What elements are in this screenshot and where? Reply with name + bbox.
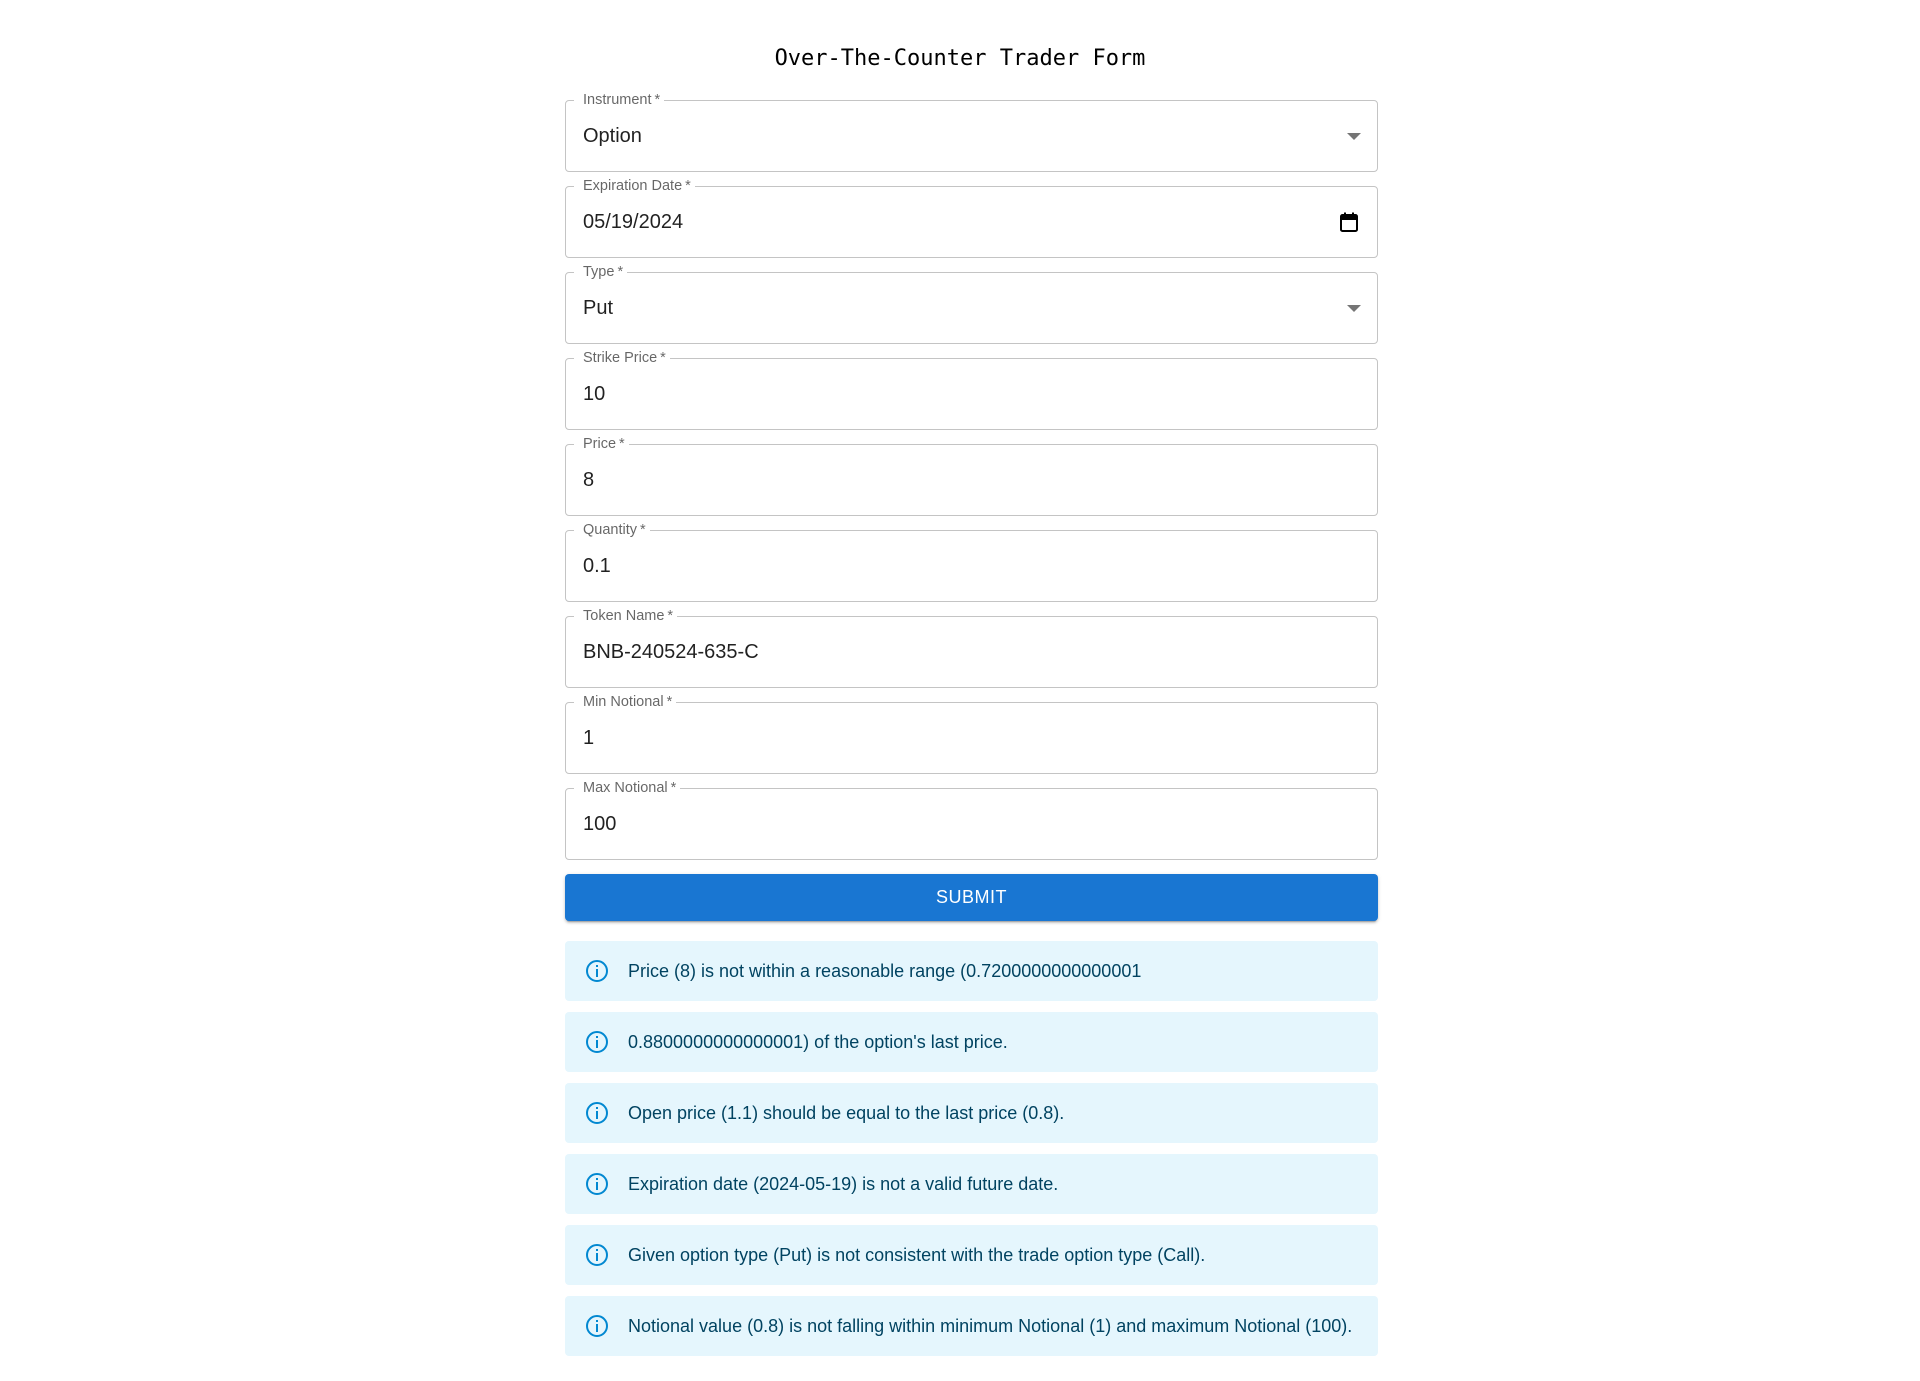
alert-message: Given option type (Put) is not consisten… [628,1245,1206,1265]
token-name-field[interactable]: x Token Name* BNB-240524-635-C [565,608,1378,688]
info-icon [586,1244,608,1266]
alert-price-range-cont: 0.8800000000000001) of the option's last… [565,1012,1378,1072]
submit-button[interactable]: SUBMIT [565,874,1378,921]
alert-message: Open price (1.1) should be equal to the … [628,1103,1065,1123]
type-dropdown-arrow-icon[interactable] [1347,305,1361,312]
page: Over-The-Counter Trader Form x Instrumen… [0,0,1920,1381]
strike-price-input[interactable]: 10 [583,358,1323,430]
instrument-dropdown-arrow-icon[interactable] [1347,133,1361,140]
max-notional-input[interactable]: 100 [583,788,1323,860]
alert-message: 0.8800000000000001) of the option's last… [628,1032,1008,1052]
info-icon [586,1315,608,1337]
form-title: Over-The-Counter Trader Form [774,46,1146,71]
alert-message: Notional value (0.8) is not falling with… [628,1316,1353,1336]
min-notional-input[interactable]: 1 [583,702,1323,774]
expiration-date-value[interactable]: 05/19/2024 [583,186,1323,258]
quantity-field[interactable]: x Quantity* 0.1 [565,522,1378,602]
type-value: Put [583,297,614,319]
alert-option-type: Given option type (Put) is not consisten… [565,1225,1378,1285]
alert-message: Expiration date (2024-05-19) is not a va… [628,1174,1059,1194]
instrument-select[interactable]: x Instrument* Option [565,92,1378,172]
price-input[interactable]: 8 [583,444,1323,516]
type-select[interactable]: x Type* Put [565,264,1378,344]
max-notional-field[interactable]: x Max Notional* 100 [565,780,1378,860]
info-icon [586,1102,608,1124]
expiration-date-field[interactable]: x Expiration Date* 05/19/2024 [565,178,1378,258]
calendar-icon[interactable] [1340,212,1358,232]
otc-trader-form: x Instrument* Option x Expiration Date* … [565,92,1378,1367]
alert-open-price: Open price (1.1) should be equal to the … [565,1083,1378,1143]
token-name-input[interactable]: BNB-240524-635-C [583,616,1323,688]
quantity-input[interactable]: 0.1 [583,530,1323,602]
alert-price-range: Price (8) is not within a reasonable ran… [565,941,1378,1001]
price-field[interactable]: x Price* 8 [565,436,1378,516]
validation-alerts: Price (8) is not within a reasonable ran… [565,941,1378,1356]
alert-message: Price (8) is not within a reasonable ran… [628,961,1142,981]
info-icon [586,960,608,982]
min-notional-field[interactable]: x Min Notional* 1 [565,694,1378,774]
strike-price-field[interactable]: x Strike Price* 10 [565,350,1378,430]
info-icon [586,1173,608,1195]
alert-expiration-date: Expiration date (2024-05-19) is not a va… [565,1154,1378,1214]
info-icon [586,1031,608,1053]
instrument-value: Option [583,125,642,147]
alert-notional: Notional value (0.8) is not falling with… [565,1296,1378,1356]
